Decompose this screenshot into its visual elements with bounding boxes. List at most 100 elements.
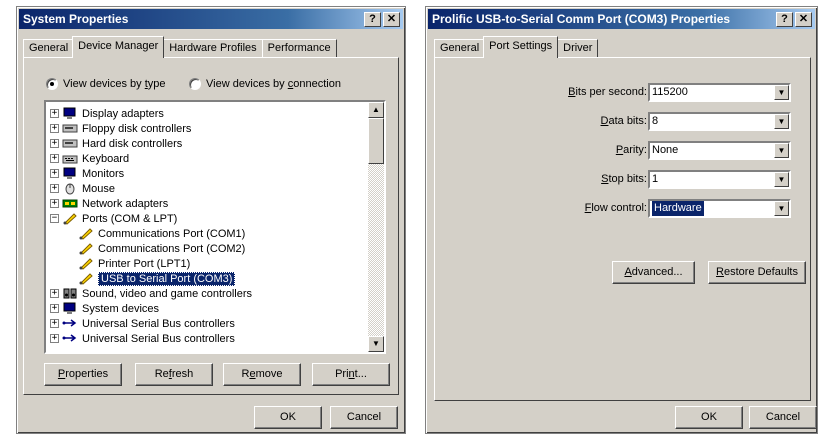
expand-icon[interactable]: + <box>50 334 59 343</box>
dropdown-arrow-icon[interactable]: ▼ <box>774 114 789 129</box>
scroll-down-button[interactable]: ▼ <box>368 336 384 352</box>
tab-general[interactable]: General <box>434 39 486 58</box>
expand-icon[interactable]: + <box>50 184 59 193</box>
tree-category-item[interactable]: + Universal Serial Bus controllers <box>50 316 235 331</box>
field-dropdown[interactable]: 8 ▼ <box>648 112 791 131</box>
tree-category-item[interactable]: + Sound, video and game controllers <box>50 286 252 301</box>
dropdown-value: None <box>652 144 679 156</box>
tree-item-label: System devices <box>82 302 160 315</box>
dropdown-arrow-icon[interactable]: ▼ <box>774 172 789 187</box>
device-tree-scrollbar[interactable]: ▲ ▼ <box>368 102 384 352</box>
tree-item-label: Universal Serial Bus controllers <box>82 332 235 345</box>
tree-item-label: Floppy disk controllers <box>82 122 192 135</box>
view-by-type-option[interactable]: View devices by type <box>46 78 166 90</box>
tree-item-label: Keyboard <box>82 152 130 165</box>
ok-button[interactable]: OK <box>254 406 322 429</box>
tree-category-item[interactable]: + Keyboard <box>50 151 129 166</box>
print-button[interactable]: Print... <box>312 363 390 386</box>
device-tree[interactable]: ▲ ▼ + Display adapters + Floppy disk contro… <box>44 100 386 354</box>
tree-child-item[interactable]: Communications Port (COM2) <box>78 241 245 256</box>
dropdown-arrow-icon[interactable]: ▼ <box>774 201 789 216</box>
scroll-thumb[interactable] <box>368 118 384 164</box>
scroll-up-button[interactable]: ▲ <box>368 102 384 118</box>
properties-button[interactable]: Properties <box>44 363 122 386</box>
expand-icon[interactable]: + <box>50 319 59 328</box>
tree-category-item[interactable]: + Floppy disk controllers <box>50 121 191 136</box>
port-icon <box>62 212 78 225</box>
dropdown-arrow-icon[interactable]: ▼ <box>774 143 789 158</box>
view-by-connection-option[interactable]: View devices by connection <box>189 78 341 90</box>
tree-child-item[interactable]: USB to Serial Port (COM3) <box>78 271 236 286</box>
tree-category-item[interactable]: + Network adapters <box>50 196 168 211</box>
dropdown-value: 1 <box>652 173 659 185</box>
tree-category-item[interactable]: + Hard disk controllers <box>50 136 182 151</box>
tree-category-item[interactable]: − Ports (COM & LPT) <box>50 211 177 226</box>
window-title: System Properties <box>23 12 129 26</box>
field-dropdown[interactable]: Hardware ▼ <box>648 199 791 218</box>
tab-device-manager[interactable]: Device Manager <box>72 36 165 58</box>
field-label: Data bits: <box>600 115 647 127</box>
expand-icon[interactable]: + <box>50 139 59 148</box>
cancel-button[interactable]: Cancel <box>749 406 817 429</box>
system-properties-titlebar[interactable]: System Properties ? ✕ <box>19 9 403 29</box>
tree-item-label: Universal Serial Bus controllers <box>82 317 235 330</box>
field-dropdown[interactable]: None ▼ <box>648 141 791 160</box>
expand-icon[interactable]: + <box>50 304 59 313</box>
view-by-type-radio[interactable] <box>46 78 58 90</box>
disk-icon <box>62 122 78 135</box>
port-icon <box>78 242 94 255</box>
tree-item-label: Network adapters <box>82 197 169 210</box>
tab-general[interactable]: General <box>23 39 75 58</box>
restore-defaults-button[interactable]: Restore Defaults <box>708 261 806 284</box>
close-button[interactable]: ✕ <box>795 12 812 27</box>
tab-port-settings[interactable]: Port Settings <box>483 36 559 58</box>
port-icon <box>78 272 94 285</box>
tree-category-item[interactable]: + Display adapters <box>50 106 164 121</box>
ok-button[interactable]: OK <box>675 406 743 429</box>
tab-driver[interactable]: Driver <box>557 39 599 58</box>
tree-category-item[interactable]: + System devices <box>50 301 159 316</box>
help-button[interactable]: ? <box>776 12 793 27</box>
remove-button[interactable]: Remove <box>223 363 301 386</box>
field-dropdown[interactable]: 1 ▼ <box>648 170 791 189</box>
dropdown-value: 115200 <box>652 86 688 98</box>
refresh-button[interactable]: Refresh <box>135 363 213 386</box>
sound-icon <box>62 287 78 300</box>
tree-category-item[interactable]: + Monitors <box>50 166 124 181</box>
expand-icon[interactable]: + <box>50 199 59 208</box>
device-manager-panel: View devices by type View devices by con… <box>23 57 399 395</box>
tree-item-label: Communications Port (COM2) <box>98 242 246 255</box>
advanced-button[interactable]: Advanced... <box>612 261 695 284</box>
usb-icon <box>62 317 78 330</box>
tree-category-item[interactable]: + Universal Serial Bus controllers <box>50 331 235 346</box>
monitor-icon <box>62 302 78 315</box>
expand-icon[interactable]: + <box>50 289 59 298</box>
system-properties-window: System Properties ? ✕ General Device Man… <box>16 6 406 434</box>
tree-item-label: Display adapters <box>82 107 164 120</box>
expand-icon[interactable]: + <box>50 169 59 178</box>
field-dropdown[interactable]: 115200 ▼ <box>648 83 791 102</box>
tab-hardware-profiles[interactable]: Hardware Profiles <box>163 39 263 58</box>
expand-icon[interactable]: + <box>50 154 59 163</box>
cancel-button[interactable]: Cancel <box>330 406 398 429</box>
tree-child-item[interactable]: Printer Port (LPT1) <box>78 256 190 271</box>
tree-category-item[interactable]: + Mouse <box>50 181 115 196</box>
tree-child-item[interactable]: Communications Port (COM1) <box>78 226 245 241</box>
field-label: Parity: <box>615 144 647 156</box>
close-button[interactable]: ✕ <box>383 12 400 27</box>
port-properties-titlebar[interactable]: Prolific USB-to-Serial Comm Port (COM3) … <box>428 9 815 29</box>
monitor-icon <box>62 107 78 120</box>
tab-performance[interactable]: Performance <box>261 39 337 58</box>
dropdown-arrow-icon[interactable]: ▼ <box>774 85 789 100</box>
view-by-type-label: View devices by type <box>63 78 166 90</box>
field-label: Stop bits: <box>601 173 647 185</box>
expand-icon[interactable]: + <box>50 109 59 118</box>
view-by-connection-radio[interactable] <box>189 78 201 90</box>
keyboard-icon <box>62 152 78 165</box>
help-button[interactable]: ? <box>364 12 381 27</box>
expand-icon[interactable]: + <box>50 124 59 133</box>
tree-item-label: Communications Port (COM1) <box>98 227 246 240</box>
collapse-icon[interactable]: − <box>50 214 59 223</box>
dropdown-value: 8 <box>652 115 659 127</box>
port-settings-panel: Bits per second: 115200 ▼ Data bits: 8 ▼ Parit… <box>434 57 811 401</box>
